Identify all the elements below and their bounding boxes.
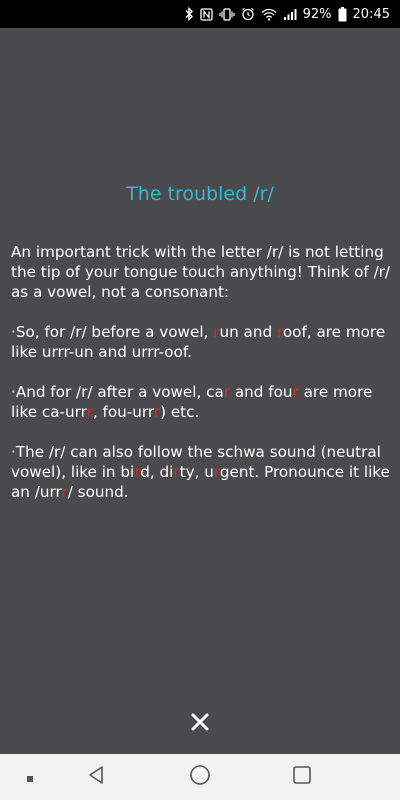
battery-icon: [338, 6, 347, 22]
vibrate-icon: [219, 7, 235, 21]
close-icon: [190, 712, 210, 736]
home-icon: [189, 764, 211, 790]
signal-icon: [283, 8, 297, 21]
paragraph-after-vowel: ·And for /r/ after a vowel, car and four…: [11, 383, 373, 421]
overview-button[interactable]: [290, 765, 314, 789]
clock: 20:45: [352, 6, 390, 22]
page-title: The troubled /r/: [126, 183, 274, 205]
status-bar: 92% 20:45: [0, 0, 400, 28]
back-button[interactable]: [84, 765, 110, 789]
paragraph-before-vowel: ·So, for /r/ before a vowel, run and roo…: [11, 323, 386, 361]
nfc-icon: [199, 7, 213, 21]
home-button[interactable]: [187, 764, 213, 790]
recents-dot-button[interactable]: [20, 767, 40, 787]
wifi-icon: [261, 8, 277, 21]
paragraph-schwa: ·The /r/ can also follow the schwa sound…: [11, 443, 390, 501]
overview-icon: [292, 765, 312, 789]
back-icon: [87, 765, 107, 789]
intro-paragraph: An important trick with the letter /r/ i…: [11, 243, 391, 301]
battery-percent: 92%: [302, 6, 332, 22]
close-button[interactable]: [184, 708, 216, 740]
navigation-bar: [0, 754, 400, 800]
lesson-screen: The troubled /r/ An important trick with…: [0, 28, 400, 754]
bluetooth-icon: [184, 7, 194, 21]
lesson-body: An important trick with the letter /r/ i…: [11, 242, 393, 522]
recents-dot-icon: [26, 768, 34, 787]
alarm-icon: [241, 7, 255, 21]
